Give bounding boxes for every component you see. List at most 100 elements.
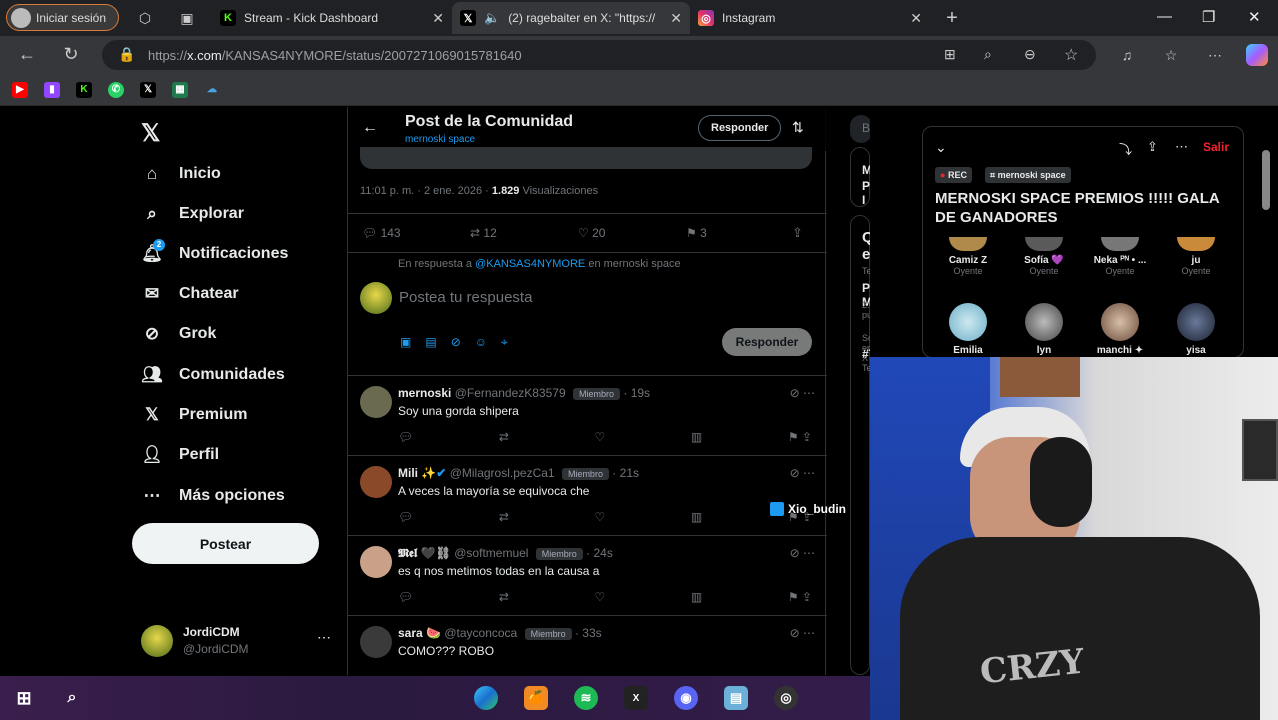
bookmark-share-icons[interactable]: ⚑ ⇪	[788, 430, 812, 444]
tab-kick-dashboard[interactable]: K Stream - Kick Dashboard ✕	[212, 2, 452, 34]
repost-action[interactable]: ⇄ 12	[470, 226, 497, 240]
tab-actions-icon[interactable]: ▣	[178, 9, 196, 27]
search-icon[interactable]: ⌕	[60, 686, 84, 710]
sidebar-item-notificaciones[interactable]: 🔔︎ 2 Notificaciones	[141, 239, 288, 267]
image-icon[interactable]: ▣	[400, 335, 411, 350]
sidebar-item-chatear[interactable]: ✉ Chatear	[141, 281, 239, 307]
spreadsheet-icon[interactable]: ▦	[172, 82, 188, 98]
kick-icon[interactable]: K	[76, 82, 92, 98]
reply-row[interactable]: 𝕸𝖊𝖑 🖤⛓ @softmemuel Miembro · 24s ⊘ ⋯ es …	[348, 535, 827, 615]
youtube-icon[interactable]: ▶	[12, 82, 28, 98]
reply-handle[interactable]: @softmemuel	[454, 546, 528, 560]
restore-icon[interactable]: ❐	[1202, 8, 1215, 26]
more-icon[interactable]: ⊘ ⋯	[790, 386, 815, 400]
more-page-icon[interactable]: ⊖	[1024, 46, 1036, 63]
tab-instagram[interactable]: ◎ Instagram ✕	[690, 2, 930, 34]
extensions-icon[interactable]: ♫	[1118, 46, 1136, 64]
new-tab-icon[interactable]: +	[943, 8, 961, 28]
favorite-star-icon[interactable]: ☆	[1064, 45, 1078, 65]
reply-icon[interactable]: 💬︎	[398, 510, 413, 524]
search-input[interactable]: Buscar	[862, 121, 870, 135]
listener[interactable]: Camiz Z Oyente	[933, 237, 1003, 276]
reply-action[interactable]: 💬︎ 143	[362, 226, 401, 240]
close-window-icon[interactable]: ✕	[1248, 8, 1261, 26]
whatsapp-icon[interactable]: ✆	[108, 82, 124, 98]
notepad-icon[interactable]: ▤	[724, 686, 748, 710]
location-icon[interactable]: ⌖	[501, 335, 508, 350]
obs-icon[interactable]: ◎	[774, 686, 798, 710]
speaker-icon[interactable]: 🔈	[484, 10, 500, 26]
sidebar-item-premium[interactable]: 𝕏 Premium	[141, 402, 247, 428]
sidebar-item-mas-opciones[interactable]: ⋯ Más opciones	[141, 483, 285, 509]
workspaces-icon[interactable]: ⬡	[136, 9, 154, 27]
reply-input[interactable]: Postea tu respuesta	[399, 289, 532, 306]
twitch-icon[interactable]: ▮	[44, 82, 60, 98]
x-logo-icon[interactable]: 𝕏	[140, 82, 156, 98]
tab-x-post[interactable]: 𝕏 🔈 (2) ragebaiter en X: "https:// ✕	[452, 2, 690, 34]
like-icon[interactable]: ♡	[595, 430, 606, 444]
community-link[interactable]: mernoski space	[405, 134, 475, 145]
listener[interactable]: Sofía 💜 Oyente	[1009, 237, 1079, 276]
bookmark-share-icons[interactable]: ⚑ ⇪	[788, 590, 812, 604]
reply-row[interactable]: sara 🍉 @tayconcoca Miembro · 33s ⊘ ⋯ COM…	[348, 615, 827, 675]
reply-handle[interactable]: @FernandezK83579	[455, 386, 566, 400]
zoom-icon[interactable]: ⌕	[984, 46, 992, 63]
reply-author[interactable]: sara	[398, 626, 423, 640]
account-switcher[interactable]: JordiCDM @JordiCDM ⋯	[141, 623, 341, 663]
views-icon[interactable]: ▥	[691, 430, 702, 444]
reply-header-button[interactable]: Responder	[698, 115, 782, 141]
back-arrow-icon[interactable]: ←	[362, 119, 378, 137]
bookmark-action[interactable]: ⚑ 3	[686, 226, 707, 240]
more-icon[interactable]: ⊘ ⋯	[790, 546, 815, 560]
views-icon[interactable]: ▥	[691, 590, 702, 604]
x-logo-icon[interactable]: 𝕏	[141, 119, 160, 148]
listener[interactable]: ju Oyente	[1161, 237, 1231, 276]
more-icon[interactable]: ⋯	[1175, 139, 1188, 155]
leave-space-button[interactable]: Salir	[1203, 140, 1229, 154]
xsplit-icon[interactable]: X	[624, 686, 648, 710]
cloud-icon[interactable]: ☁	[204, 82, 220, 98]
spotify-icon[interactable]: ≋	[574, 686, 598, 710]
close-tab-icon[interactable]: ✕	[432, 10, 444, 27]
listener[interactable]: Neka ᴾᴺ • ... Oyente	[1085, 237, 1155, 276]
like-icon[interactable]: ♡	[595, 590, 606, 604]
reply-row[interactable]: Mili ✨✔ @Milagrosl.pezCa1 Miembro · 21s …	[348, 455, 827, 535]
copilot-icon[interactable]	[1246, 44, 1268, 66]
community-badge[interactable]: ⌗ mernoski space	[985, 167, 1071, 183]
profile-button[interactable]: Iniciar sesión	[6, 4, 119, 31]
url-input[interactable]: 🔒 https://x.com/KANSAS4NYMORE/status/200…	[102, 40, 1096, 70]
page-scrollbar[interactable]	[1262, 150, 1270, 210]
sidebar-item-inicio[interactable]: ⌂ Inicio	[141, 161, 221, 187]
more-icon[interactable]: ⊘ ⋯	[790, 626, 815, 640]
like-icon[interactable]: ♡	[595, 510, 606, 524]
views-icon[interactable]: ▥	[691, 510, 702, 524]
sidebar-item-comunidades[interactable]: 👥︎ Comunidades	[141, 362, 285, 388]
windows-start-icon[interactable]: ⊞	[12, 686, 36, 710]
discord-icon[interactable]: ◉	[674, 686, 698, 710]
reply-context-handle[interactable]: @KANSAS4NYMORE	[475, 258, 585, 270]
gif-icon[interactable]: ▤	[425, 335, 436, 350]
sidebar-item-explorar[interactable]: ⌕ Explorar	[141, 201, 244, 227]
listener[interactable]: yisa	[1161, 303, 1231, 356]
more-icon[interactable]: ⊘ ⋯	[790, 466, 815, 480]
repost-icon[interactable]: ⇄	[499, 510, 509, 524]
share-icon[interactable]: ⇪	[792, 225, 803, 241]
reply-submit-button[interactable]: Responder	[722, 328, 812, 356]
sidebar-item-grok[interactable]: ⊘ Grok	[141, 321, 216, 347]
repost-icon[interactable]: ⇄	[499, 430, 509, 444]
like-action[interactable]: ♡ 20	[578, 226, 605, 240]
listener[interactable]: lyn	[1009, 303, 1079, 356]
fl-studio-icon[interactable]: 🍊	[524, 686, 548, 710]
close-tab-icon[interactable]: ✕	[910, 10, 922, 27]
reply-author[interactable]: 𝕸𝖊𝖑	[398, 546, 417, 560]
favorites-icon[interactable]: ☆	[1162, 46, 1180, 64]
app-available-icon[interactable]: ⊞	[944, 46, 956, 63]
listener[interactable]: manchi ✦	[1085, 303, 1155, 356]
sidebar-item-perfil[interactable]: 👤︎ Perfil	[141, 442, 219, 468]
settings-more-icon[interactable]: ⋯	[1206, 46, 1224, 64]
chevron-down-icon[interactable]: ⌄	[935, 139, 947, 156]
reply-handle[interactable]: @tayconcoca	[444, 626, 517, 640]
emoji-icon[interactable]: ☺	[475, 335, 487, 350]
reply-author[interactable]: mernoski	[398, 386, 451, 400]
close-tab-icon[interactable]: ✕	[670, 10, 682, 27]
